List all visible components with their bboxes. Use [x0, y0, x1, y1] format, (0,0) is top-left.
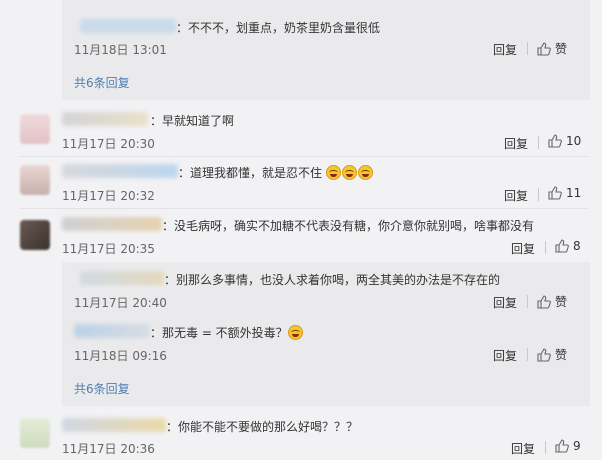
username-blurred[interactable] [80, 271, 164, 285]
thumbs-up-icon [548, 134, 562, 148]
username-blurred[interactable] [62, 217, 162, 231]
comment-time: 11月17日 20:30 [62, 137, 155, 151]
laughing-emoji-icon [341, 165, 357, 180]
comment-text: ：没毛病呀，确实不加糖不代表没有糖，你介意你就别喝，啥事都没有 [162, 219, 535, 233]
username-blurred[interactable] [62, 418, 166, 432]
comment-time: 11月17日 20:36 [62, 442, 155, 456]
like-label: 赞 [555, 295, 568, 309]
divider [527, 295, 528, 308]
thumbs-up-icon [555, 239, 569, 253]
comment-divider [20, 156, 588, 157]
laughing-emoji-icon [325, 165, 341, 180]
view-more-replies-link[interactable]: 共6条回复 [74, 380, 130, 397]
like-label: 赞 [555, 348, 568, 362]
avatar[interactable] [20, 165, 50, 195]
divider [527, 348, 528, 361]
like-button[interactable]: 10 [548, 134, 581, 148]
view-more-replies-link[interactable]: 共6条回复 [74, 74, 130, 91]
avatar[interactable] [20, 418, 50, 448]
reply-button[interactable]: 回复 [511, 440, 535, 457]
divider [538, 136, 539, 149]
reply-time: 11月17日 20:40 [74, 296, 167, 310]
reply-text: ：别那么多事情，也没人求着你喝，两全其美的办法是不存在的 [164, 273, 501, 287]
avatar[interactable] [20, 114, 50, 144]
reply-button[interactable]: 回复 [493, 347, 517, 364]
reply-button[interactable]: 回复 [511, 240, 535, 257]
comment-text: ：早就知道了啊 [150, 114, 235, 128]
like-count: 8 [573, 239, 581, 253]
username-blurred[interactable] [74, 324, 150, 338]
comment-time: 11月17日 20:32 [62, 189, 155, 203]
like-count: 11 [566, 186, 582, 200]
like-count: 9 [573, 439, 581, 453]
laughing-emoji-icon [287, 325, 303, 340]
laughing-emoji-icon [357, 165, 373, 180]
like-button[interactable]: 赞 [537, 346, 567, 363]
avatar[interactable] [20, 220, 50, 250]
divider [545, 441, 546, 454]
reply-text: ：不不不，划重点，奶茶里奶含量很低 [176, 21, 381, 35]
like-button[interactable]: 8 [555, 239, 581, 253]
reply-button[interactable]: 回复 [504, 187, 528, 204]
username-blurred[interactable] [62, 164, 178, 178]
comment-text: ：道理我都懂，就是忍不住 [178, 164, 374, 181]
like-label: 赞 [555, 42, 568, 56]
reply-button[interactable]: 回复 [504, 135, 528, 152]
thumbs-up-icon [548, 186, 562, 200]
reply-text: ：那无毒 = 不额外投毒？ [150, 324, 304, 341]
like-button[interactable]: 9 [555, 439, 581, 453]
like-button[interactable]: 11 [548, 186, 581, 200]
reply-button[interactable]: 回复 [493, 294, 517, 311]
reply-time: 11月18日 13:01 [74, 43, 167, 57]
like-button[interactable]: 赞 [537, 293, 567, 310]
thumbs-up-icon [537, 294, 551, 309]
divider [545, 241, 546, 254]
comment-time: 11月17日 20:35 [62, 242, 155, 256]
reply-time: 11月18日 09:16 [74, 349, 167, 363]
like-count: 10 [566, 134, 582, 148]
divider [538, 188, 539, 201]
thumbs-up-icon [555, 439, 569, 453]
username-blurred[interactable] [80, 19, 176, 33]
comment-text: ：你能不能不要做的那么好喝？？？ [166, 420, 359, 434]
divider [527, 42, 528, 55]
like-button[interactable]: 赞 [537, 40, 567, 57]
reply-button[interactable]: 回复 [493, 41, 517, 58]
thumbs-up-icon [537, 41, 551, 56]
username-blurred[interactable] [62, 112, 148, 126]
comment-divider [20, 208, 588, 209]
comment-text-content: ：道理我都懂，就是忍不住 [178, 166, 323, 180]
thumbs-up-icon [537, 347, 551, 362]
reply-text-content: ：那无毒 = 不额外投毒？ [150, 326, 288, 340]
